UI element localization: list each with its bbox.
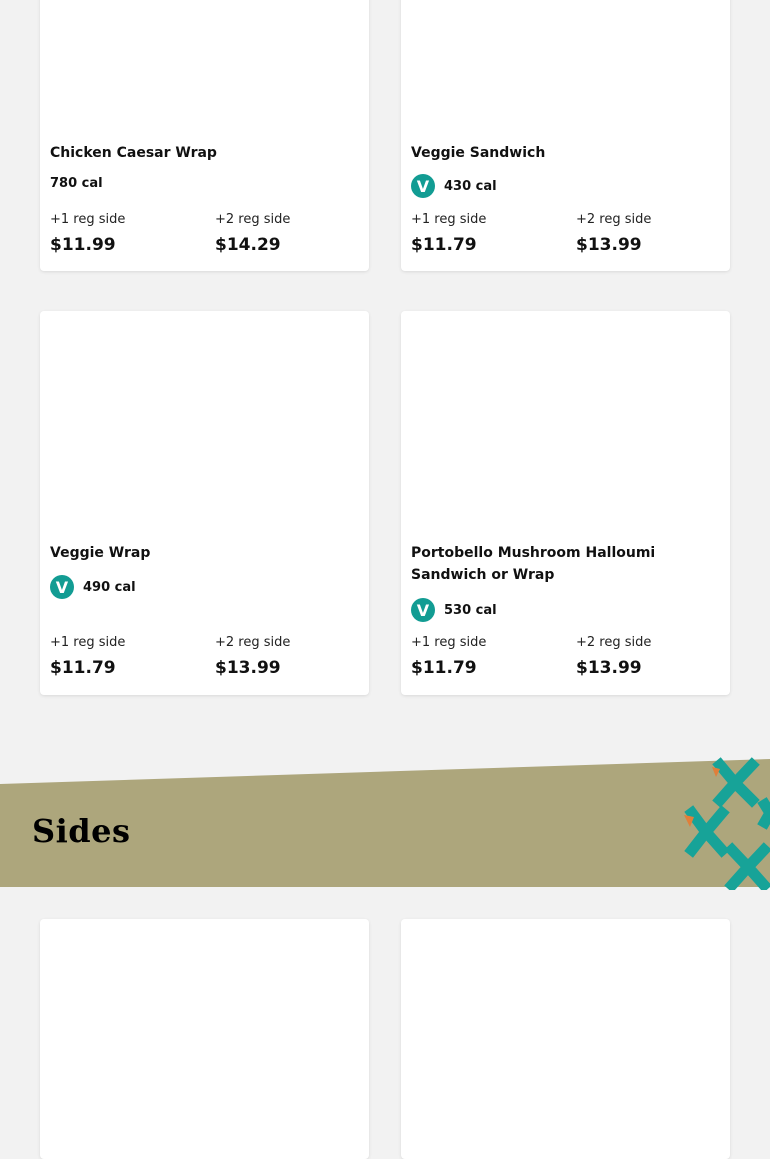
option-price: $13.99 (576, 235, 642, 255)
menu-card-veggie-sandwich[interactable]: Veggie Sandwich V 430 cal +1 reg side $1… (401, 0, 730, 271)
option-label: +1 reg side (50, 212, 126, 227)
option-one-side[interactable]: +1 reg side $11.99 (50, 212, 125, 255)
item-name: Veggie Sandwich (411, 145, 546, 161)
option-label: +2 reg side (576, 635, 652, 650)
option-price: $11.79 (411, 658, 477, 678)
option-price: $13.99 (576, 658, 642, 678)
calorie-row: V 490 cal (50, 575, 136, 599)
option-two-sides[interactable]: +2 reg side $13.99 (576, 212, 651, 255)
vegetarian-badge-icon: V (411, 174, 435, 198)
option-label: +1 reg side (411, 635, 487, 650)
item-image (401, 311, 730, 531)
item-calories: 780 cal (50, 175, 103, 191)
option-label: +2 reg side (215, 212, 291, 227)
option-price: $14.29 (215, 235, 281, 255)
option-two-sides[interactable]: +2 reg side $14.29 (215, 212, 290, 255)
option-label: +2 reg side (215, 635, 291, 650)
option-one-side[interactable]: +1 reg side $11.79 (411, 635, 486, 678)
item-image (40, 311, 369, 531)
vegetarian-badge-icon: V (50, 575, 74, 599)
option-two-sides[interactable]: +2 reg side $13.99 (215, 635, 290, 678)
option-label: +2 reg side (576, 212, 652, 227)
vegetarian-badge-icon: V (411, 598, 435, 622)
item-calories: 490 cal (83, 579, 136, 595)
menu-card-veggie-wrap[interactable]: Veggie Wrap V 490 cal +1 reg side $11.79… (40, 311, 369, 695)
item-name: Veggie Wrap (50, 545, 151, 561)
option-price: $13.99 (215, 658, 281, 678)
menu-card-chicken-caesar-wrap[interactable]: Chicken Caesar Wrap 780 cal +1 reg side … (40, 0, 369, 271)
calorie-row: V 530 cal (411, 598, 497, 622)
option-label: +1 reg side (50, 635, 126, 650)
option-one-side[interactable]: +1 reg side $11.79 (50, 635, 125, 678)
item-calories: 530 cal (444, 602, 497, 618)
calorie-row: 780 cal (50, 173, 103, 193)
option-label: +1 reg side (411, 212, 487, 227)
side-card[interactable] (40, 919, 369, 1159)
item-image (40, 919, 369, 1133)
item-name: Portobello Mushroom Halloumi Sandwich or… (411, 545, 656, 583)
section-title-sides: Sides (32, 812, 131, 850)
side-card[interactable] (401, 919, 730, 1159)
option-price: $11.79 (50, 658, 116, 678)
item-image (401, 919, 730, 1133)
item-name: Chicken Caesar Wrap (50, 145, 217, 161)
item-calories: 430 cal (444, 178, 497, 194)
option-price: $11.99 (50, 235, 116, 255)
option-one-side[interactable]: +1 reg side $11.79 (411, 212, 486, 255)
calorie-row: V 430 cal (411, 174, 497, 198)
item-image (401, 0, 730, 130)
menu-card-portobello-halloumi[interactable]: Portobello Mushroom Halloumi Sandwich or… (401, 311, 730, 695)
option-price: $11.79 (411, 235, 477, 255)
option-two-sides[interactable]: +2 reg side $13.99 (576, 635, 651, 678)
item-image (40, 0, 369, 130)
